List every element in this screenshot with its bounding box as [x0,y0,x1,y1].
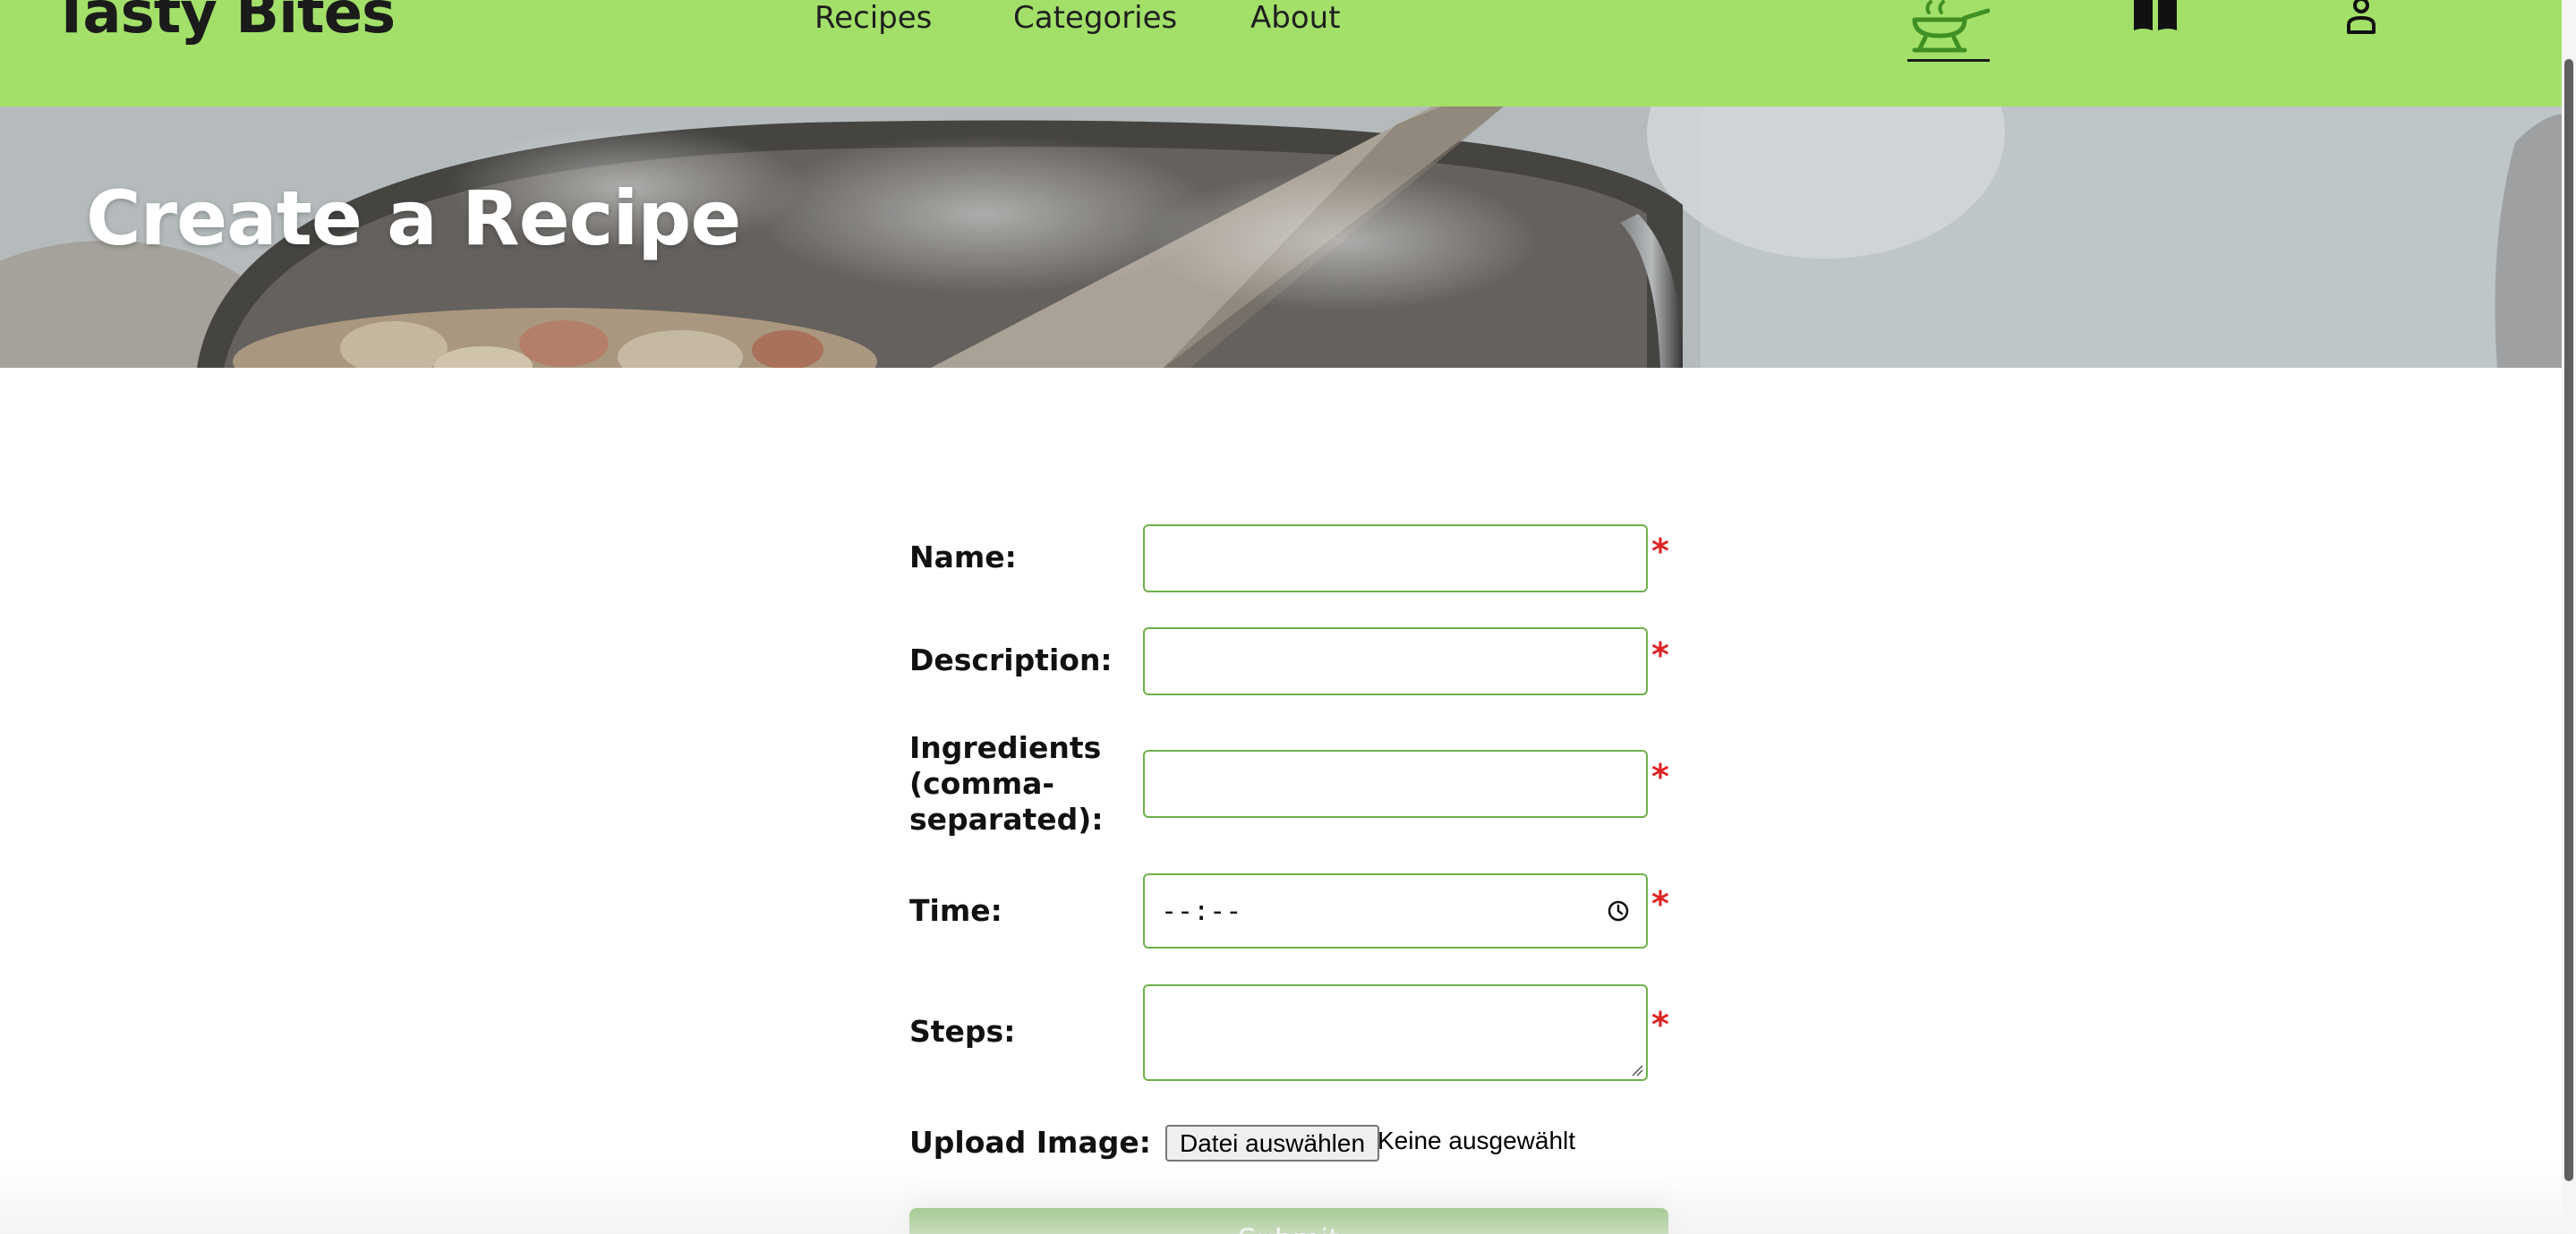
time-input[interactable]: --:-- [1143,873,1648,949]
upload-image-label: Upload Image: [909,1125,1151,1160]
submit-button[interactable]: Submit [909,1208,1668,1234]
name-label: Name: [909,540,1017,574]
ingredients-input[interactable] [1143,750,1648,818]
steps-textarea[interactable] [1143,984,1648,1081]
nav-link-recipes[interactable]: Recipes [815,0,932,36]
clock-icon[interactable] [1607,899,1630,923]
required-marker-time: * [1651,884,1669,923]
time-label: Time: [909,893,1002,928]
book-icon[interactable] [2132,0,2179,34]
hero-banner: Create a Recipe [0,106,2576,368]
nav-link-about[interactable]: About [1250,0,1341,36]
file-status-text: Keine ausgewählt [1378,1127,1576,1154]
required-marker-description: * [1651,635,1669,675]
description-label: Description: [909,643,1113,677]
user-icon[interactable] [2345,0,2377,36]
resize-handle-icon[interactable] [1631,1064,1643,1077]
choose-file-button[interactable]: Datei auswählen [1165,1125,1380,1162]
ingredients-label-line: (comma- [909,766,1055,801]
description-input[interactable] [1143,627,1648,695]
required-marker-steps: * [1651,1005,1669,1044]
top-navbar: Tasty Bites Recipes Categories About [0,0,2576,106]
ingredients-label-line: separated): [909,802,1104,837]
ingredients-label-line: Ingredients [909,730,1102,765]
brand-logo-text[interactable]: Tasty Bites [52,0,396,47]
steps-label: Steps: [909,1014,1016,1049]
page-title: Create a Recipe [86,174,741,262]
cooking-pan-icon[interactable] [1907,0,1990,63]
time-placeholder: --:-- [1161,895,1242,927]
scrollbar-thumb[interactable] [2564,59,2573,1181]
required-marker-ingredients: * [1651,757,1669,796]
required-marker-name: * [1651,532,1669,571]
nav-link-categories[interactable]: Categories [1013,0,1177,36]
page: Tasty Bites Recipes Categories About Cre… [0,0,2576,1234]
name-input[interactable] [1143,524,1648,592]
active-tab-indicator [1907,59,1990,62]
